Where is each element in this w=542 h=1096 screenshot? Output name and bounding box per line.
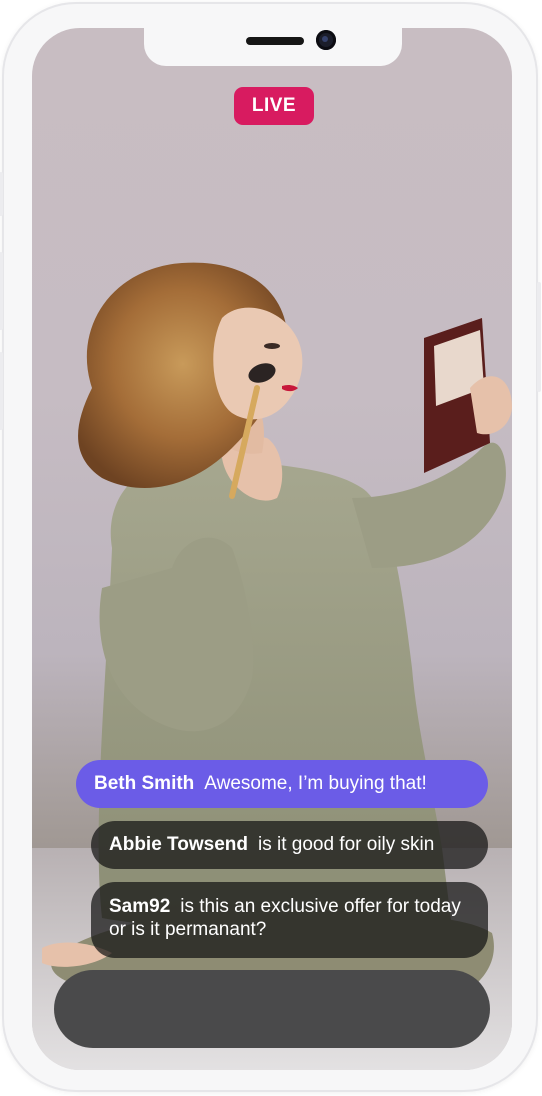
side-button-volume-down	[0, 352, 3, 430]
comment-username: Beth Smith	[94, 773, 195, 794]
hand-right	[470, 376, 512, 435]
comment-input-bar[interactable]	[54, 970, 490, 1048]
comment-text: is it good for oily skin	[257, 834, 435, 855]
comment-username: Abbie Towsend	[109, 834, 248, 855]
live-stream-screen: LIVE Beth Smith Awesome, I’m buying that!…	[32, 28, 512, 1070]
chat-comment-highlighted[interactable]: Beth Smith Awesome, I’m buying that!	[76, 760, 488, 808]
front-camera-icon	[316, 30, 336, 50]
side-button-power	[537, 282, 541, 392]
face	[213, 307, 303, 420]
chat-comment[interactable]: Sam92 is this an exclusive offer for toda…	[91, 882, 488, 958]
live-badge: LIVE	[234, 87, 314, 125]
side-button-volume-up	[0, 252, 3, 330]
eye	[264, 343, 280, 349]
comment-text: Awesome, I’m buying that!	[204, 773, 427, 794]
phone-notch	[144, 28, 402, 66]
phone-frame: LIVE Beth Smith Awesome, I’m buying that!…	[0, 2, 541, 1092]
speaker-grille	[246, 37, 304, 45]
side-button-silent	[0, 172, 3, 216]
chat-comment[interactable]: Abbie Towsend is it good for oily skin	[91, 821, 488, 869]
comment-username: Sam92	[109, 896, 171, 917]
